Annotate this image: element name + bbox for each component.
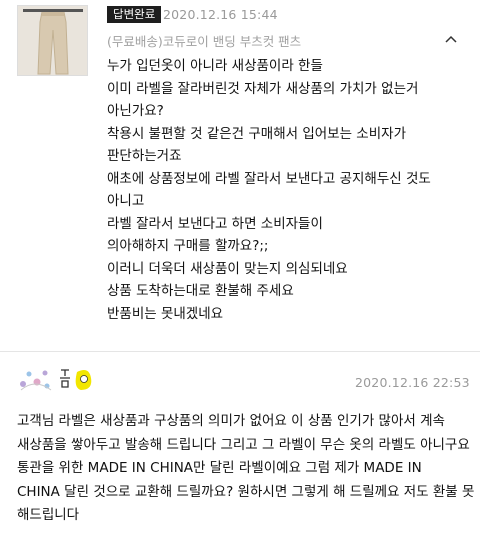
- review-item: 답변완료 2020.12.16 15:44 (무료배송)코듀로이 밴딩 부츠컷 …: [0, 0, 480, 340]
- review-line: 반품비는 못내겠네요: [107, 305, 224, 322]
- review-line: 아닌가요?: [107, 103, 164, 119]
- answer-text: 고객님 라벨은 새상품과 구상품의 의미가 없어요 이 상품 인기가 많아서 계…: [17, 410, 475, 528]
- review-line: 라벨 잘라서 보낸다고 하면 소비자들이: [107, 215, 323, 232]
- review-line: 애초에 상품정보에 라벨 잘라서 보낸다고 공지해두신 것도: [107, 170, 431, 187]
- review-line: 이미 라벨을 잘라버린것 자체가 새상품의 가치가 없는거: [107, 80, 419, 97]
- answer-line: 해드립니다: [17, 507, 80, 523]
- review-line: 이러니 더욱더 새상품이 맞는지 의심되네요: [107, 260, 348, 277]
- review-line: 누가 입던옷이 아니라 새상품이라 한들: [107, 58, 323, 74]
- review-date: 2020.12.16 15:44: [163, 7, 278, 22]
- review-line: 착용시 불편할 것 같은건 구매해서 입어보는 소비자가: [107, 125, 406, 142]
- review-line: 판단하는거죠: [107, 148, 182, 164]
- answer-header: 2020.12.16 22:53: [0, 352, 480, 402]
- chevron-up-icon[interactable]: [444, 34, 458, 44]
- answer-line: 고객님 라벨은 새상품과 구상품의 의미가 없어요 이 상품 인기가 많아서 계…: [17, 413, 445, 429]
- status-badge: 답변완료: [107, 6, 162, 23]
- review-line: 상품 도착하는대로 환불해 주세요: [107, 283, 294, 299]
- pants-image: [37, 12, 69, 75]
- review-line: 의아해하지 구매를 할까요?;;: [107, 238, 269, 254]
- answer-date: 2020.12.16 22:53: [355, 375, 470, 390]
- answer-line: CHINA 달린 것으로 교환해 드릴까요? 원하시면 그렇게 해 드릴께요 저…: [17, 483, 475, 500]
- product-name[interactable]: (무료배송)코듀로이 밴딩 부츠컷 팬츠: [107, 31, 301, 50]
- review-line: 아니고: [107, 193, 145, 209]
- answer-line: 새상품을 쌓아두고 발송해 드립니다 그리고 그 라벨이 무슨 옷의 라벨도 아…: [17, 436, 470, 453]
- review-text: 누가 입던옷이 아니라 새상품이라 한들 이미 라벨을 잘라버린것 자체가 새상…: [107, 55, 457, 325]
- seller-logo: [20, 369, 92, 391]
- product-thumbnail[interactable]: [17, 5, 88, 76]
- answer-line: 통관을 위한 MADE IN CHINA만 달린 라벨이예요 그럼 제가 MAD…: [17, 460, 422, 476]
